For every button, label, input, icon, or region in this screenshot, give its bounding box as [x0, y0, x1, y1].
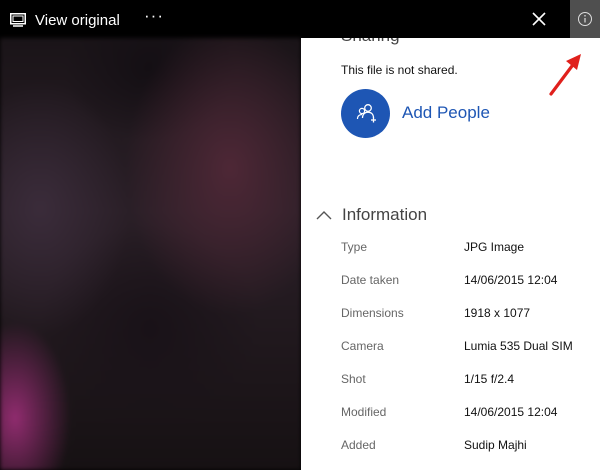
- info-key: Modified: [341, 405, 387, 419]
- view-original-icon: [10, 13, 26, 27]
- info-key: Shot: [341, 372, 366, 386]
- add-people-label: Add People: [402, 103, 490, 122]
- details-panel: Sharing This file is not shared. Add Peo…: [301, 38, 600, 470]
- info-row-modified: Modified 14/06/2015 12:04: [341, 405, 591, 423]
- information-heading: Information: [342, 205, 428, 224]
- close-icon: [532, 12, 546, 26]
- info-value: 1/15 f/2.4: [464, 372, 515, 386]
- add-people-button[interactable]: Add People: [341, 88, 490, 138]
- info-row-dimensions: Dimensions 1918 x 1077: [341, 306, 591, 324]
- info-key: Added: [341, 438, 376, 452]
- info-row-added: Added Sudip Majhi: [341, 438, 591, 456]
- info-row-camera: Camera Lumia 535 Dual SIM: [341, 339, 591, 357]
- info-value: 14/06/2015 12:04: [464, 405, 558, 419]
- view-original-button[interactable]: View original: [10, 9, 120, 31]
- info-key: Date taken: [341, 273, 400, 287]
- info-key: Dimensions: [341, 306, 404, 320]
- info-row-date-taken: Date taken 14/06/2015 12:04: [341, 273, 591, 291]
- info-value: 14/06/2015 12:04: [464, 273, 558, 287]
- info-button[interactable]: [570, 0, 600, 38]
- photo-preview: [0, 38, 301, 470]
- info-value: 1918 x 1077: [464, 306, 531, 320]
- info-key: Camera: [341, 339, 384, 353]
- info-row-shot: Shot 1/15 f/2.4: [341, 372, 591, 390]
- sharing-heading: Sharing: [341, 38, 400, 46]
- info-value: Lumia 535 Dual SIM: [464, 339, 573, 353]
- info-row-type: Type JPG Image: [341, 240, 591, 258]
- chevron-up-icon: [316, 211, 332, 220]
- sharing-status-text: This file is not shared.: [341, 63, 458, 77]
- information-section-toggle[interactable]: Information: [315, 203, 427, 227]
- close-button[interactable]: [526, 6, 552, 32]
- more-options-button[interactable]: ···: [141, 6, 167, 30]
- view-original-label: View original: [35, 11, 120, 29]
- top-toolbar: View original ···: [0, 0, 600, 38]
- info-icon: [578, 12, 592, 26]
- info-value: JPG Image: [464, 240, 525, 254]
- info-key: Type: [341, 240, 368, 254]
- add-people-icon: [341, 88, 390, 138]
- info-value: Sudip Majhi: [464, 438, 527, 452]
